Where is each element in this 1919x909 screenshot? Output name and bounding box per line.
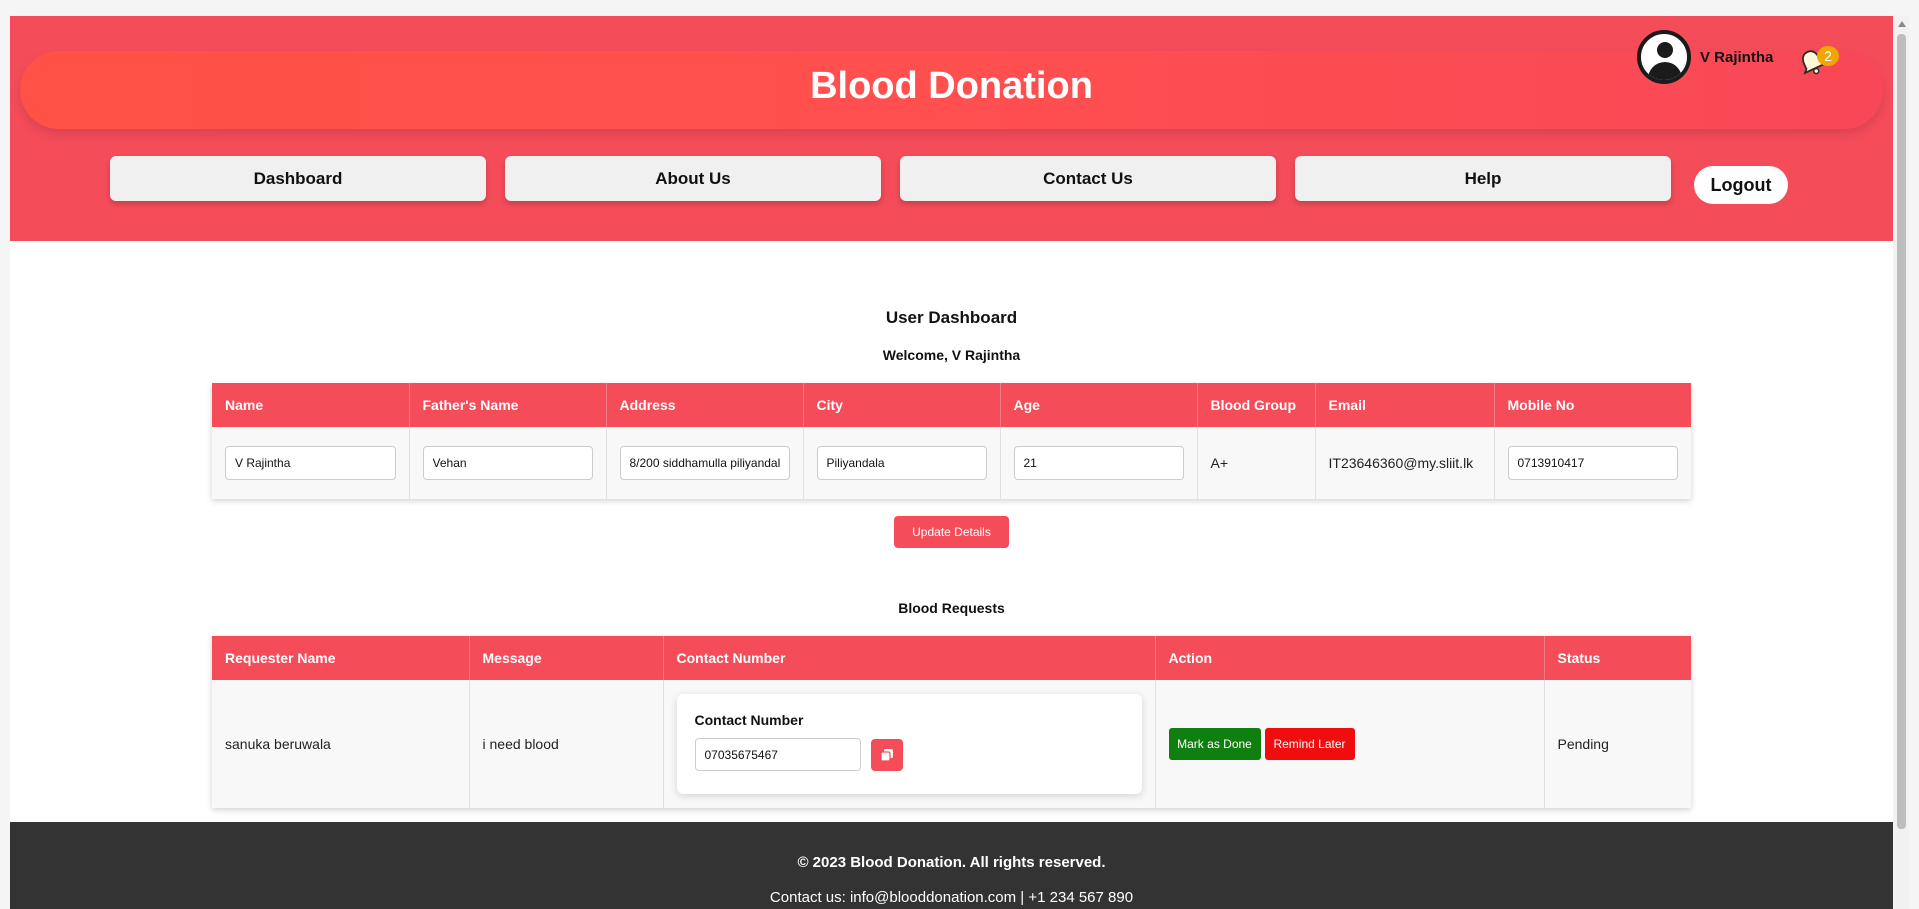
site-title: Blood Donation xyxy=(810,65,1093,107)
copy-icon xyxy=(879,748,893,762)
table-header-row: Requester Name Message Contact Number Ac… xyxy=(212,636,1691,680)
nav-contact-us[interactable]: Contact Us xyxy=(900,156,1276,201)
father-name-input[interactable] xyxy=(422,446,593,480)
age-input[interactable] xyxy=(1013,446,1184,480)
blood-requests-title: Blood Requests xyxy=(898,600,1005,616)
column-header: Message xyxy=(469,636,664,680)
email-value: IT23646360@my.sliit.lk xyxy=(1315,427,1495,499)
blood-requests-table: Requester Name Message Contact Number Ac… xyxy=(212,636,1691,808)
header-banner: Blood Donation xyxy=(20,51,1883,129)
user-avatar-icon xyxy=(1637,30,1691,84)
table-row: sanuka beruwala i need blood Contact Num… xyxy=(212,680,1691,808)
requester-name: sanuka beruwala xyxy=(212,680,470,808)
footer-contact: Contact us: info@blooddonation.com | +1 … xyxy=(769,889,1134,906)
column-header: Father's Name xyxy=(409,383,607,427)
contact-number-field[interactable] xyxy=(694,738,861,771)
nav-dashboard[interactable]: Dashboard xyxy=(110,156,486,201)
column-header: Requester Name xyxy=(212,636,470,680)
blood-group-value: A+ xyxy=(1197,427,1316,499)
notification-badge: 2 xyxy=(1817,46,1839,66)
mobile-input[interactable] xyxy=(1507,446,1678,480)
nav-about-us[interactable]: About Us xyxy=(505,156,881,201)
request-message: i need blood xyxy=(469,680,664,808)
scrollbar-thumb[interactable] xyxy=(1897,34,1906,829)
column-header: Blood Group xyxy=(1197,383,1316,427)
request-status: Pending xyxy=(1544,680,1691,808)
column-header: Email xyxy=(1315,383,1495,427)
table-header-row: Name Father's Name Address City Age Bloo… xyxy=(212,383,1691,427)
mark-as-done-button[interactable]: Mark as Done xyxy=(1168,728,1261,760)
copy-button[interactable] xyxy=(870,738,903,771)
column-header: Age xyxy=(1000,383,1198,427)
remind-later-button[interactable]: Remind Later xyxy=(1264,728,1355,760)
city-input[interactable] xyxy=(816,446,987,480)
footer: © 2023 Blood Donation. All rights reserv… xyxy=(10,822,1893,909)
contact-card-label: Contact Number xyxy=(694,712,804,728)
address-input[interactable] xyxy=(619,446,790,480)
vertical-scrollbar[interactable] xyxy=(1894,16,1909,909)
page-title: User Dashboard xyxy=(885,308,1018,327)
nav-help[interactable]: Help xyxy=(1295,156,1671,201)
column-header: Mobile No xyxy=(1494,383,1691,427)
column-header: Name xyxy=(212,383,410,427)
logout-button[interactable]: Logout xyxy=(1694,166,1788,204)
name-input[interactable] xyxy=(225,446,396,480)
column-header: Address xyxy=(606,383,804,427)
scroll-up-icon[interactable] xyxy=(1898,21,1906,27)
update-details-button[interactable]: Update Details xyxy=(894,516,1009,548)
column-header: Status xyxy=(1544,636,1691,680)
column-header: City xyxy=(803,383,1001,427)
user-profile[interactable]: V Rajintha xyxy=(1637,30,1774,84)
main-nav: Dashboard About Us Contact Us Help xyxy=(10,156,1893,216)
column-header: Action xyxy=(1155,636,1545,680)
table-row: A+ IT23646360@my.sliit.lk xyxy=(212,427,1691,499)
column-header: Contact Number xyxy=(663,636,1156,680)
page: Blood Donation V Rajintha 2 Dashboard Ab… xyxy=(10,16,1893,909)
user-details-table: Name Father's Name Address City Age Bloo… xyxy=(212,383,1691,499)
notification-bell[interactable]: 2 xyxy=(1797,46,1839,77)
contact-card: Contact Number xyxy=(676,694,1142,794)
header: Blood Donation V Rajintha 2 Dashboard Ab… xyxy=(10,16,1893,241)
user-name: V Rajintha xyxy=(1700,48,1774,66)
welcome-text: Welcome, V Rajintha xyxy=(882,347,1021,363)
footer-copyright: © 2023 Blood Donation. All rights reserv… xyxy=(797,854,1106,871)
